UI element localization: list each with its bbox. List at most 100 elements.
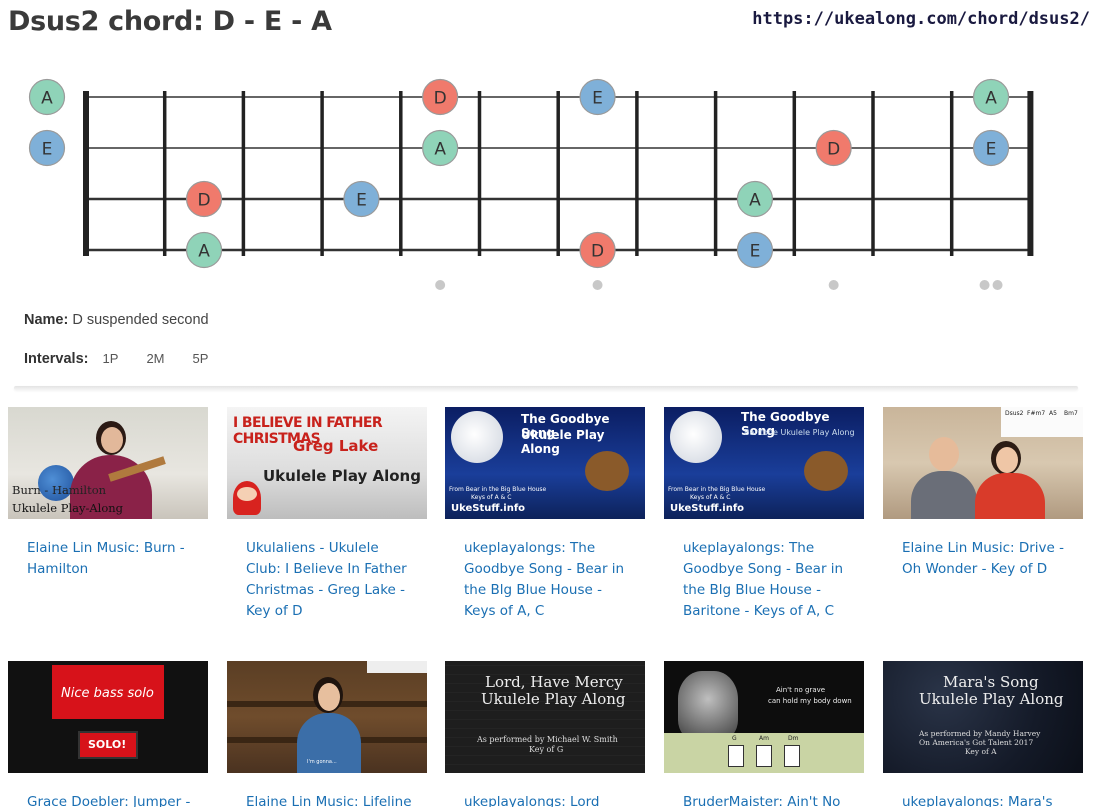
note-label: D <box>827 140 840 160</box>
santa-face <box>237 487 257 501</box>
video-title-link[interactable]: ukeplayalongs: The Goodbye Song - Bear i… <box>683 538 853 622</box>
person-body <box>911 471 977 519</box>
thumb-caption-line1: Lord, Have Mercy <box>485 673 623 691</box>
fret-marker-dot <box>828 280 839 290</box>
moon-icon <box>670 411 722 463</box>
thumb-caption-line4: Keys of A & C <box>471 494 512 501</box>
video-thumbnail[interactable]: Mara's Song Ukulele Play Along As perfor… <box>883 661 1083 773</box>
thumb-chord-3: Dm <box>788 735 799 742</box>
interval-1: 1P <box>102 351 119 366</box>
thumb-caption-line2: can hold my body down <box>768 697 852 705</box>
video-card[interactable]: Nice bass solo SOLO! Grace Doebler: Jump… <box>8 661 208 807</box>
person-face <box>996 447 1018 473</box>
thumb-caption-line1: Burn - Hamilton <box>12 483 107 497</box>
video-thumbnail[interactable]: Lord, Have Mercy Ukulele Play Along As p… <box>445 661 645 773</box>
video-thumbnail[interactable]: I BELIEVE IN FATHER CHRISTMAS Greg Lake … <box>227 407 427 519</box>
thumb-caption-line1: Nice bass solo <box>61 686 154 701</box>
video-card[interactable]: Lord, Have Mercy Ukulele Play Along As p… <box>445 661 645 807</box>
note-label: E <box>986 140 997 160</box>
bear-shape <box>585 451 629 491</box>
note-label: D <box>198 191 211 211</box>
note-label: E <box>592 89 603 109</box>
fret-marker-dot <box>992 280 1003 290</box>
interval-3: 5P <box>192 351 209 366</box>
video-thumbnail[interactable]: I'm gonna... <box>227 661 427 773</box>
man-portrait <box>678 671 738 741</box>
video-card[interactable]: The Goodbye Song Ukulele Play Along From… <box>445 407 645 622</box>
fretboard-diagram: A E D E A A D E D E A A D E <box>28 78 1034 290</box>
thumb-caption-line3: As performed by Mandy Harvey <box>919 729 1041 738</box>
moon-icon <box>451 411 503 463</box>
person-face <box>929 437 959 471</box>
note-label: A <box>198 242 210 262</box>
thumb-caption-line2: Ukulele Play Along <box>521 428 605 456</box>
video-title-link[interactable]: ukeplayalongs: Mara's <box>902 792 1072 807</box>
thumb-caption-line4: Key of G <box>529 745 564 754</box>
chord-box <box>784 745 800 767</box>
video-thumbnail[interactable]: The Goodbye Song Ukulele Play Along From… <box>445 407 645 519</box>
thumb-caption-line3: From Bear in the Big Blue House <box>668 486 766 493</box>
note-label: A <box>41 89 53 109</box>
thumb-caption-line1: Ain't no grave <box>776 686 826 694</box>
name-value: D suspended second <box>72 312 209 328</box>
name-label: Name: <box>24 312 69 328</box>
video-thumbnail[interactable]: Dsus2 F#m7 A5 Bm7 <box>883 407 1083 519</box>
video-thumbnail[interactable]: Nice bass solo SOLO! <box>8 661 208 773</box>
video-card[interactable]: The Goodbye Song Baritone Ukulele Play A… <box>664 407 864 622</box>
video-card[interactable]: Burn - Hamilton Ukulele Play-Along Elain… <box>8 407 208 580</box>
video-card[interactable]: Ain't no grave can hold my body down G A… <box>664 661 864 807</box>
video-title-link[interactable]: Elaine Lin Music: Lifeline <box>246 792 416 807</box>
interval-2: 2M <box>146 351 165 366</box>
bear-shape <box>804 451 848 491</box>
page-url[interactable]: https://ukealong.com/chord/dsus2/ <box>752 9 1090 29</box>
chord-name-row: Name: D suspended second <box>24 312 209 328</box>
fret-marker-dot <box>979 280 990 290</box>
thumb-caption-line5: Key of A <box>965 747 997 756</box>
note-label: D <box>434 89 447 109</box>
thumb-caption-line3: As performed by Michael W. Smith <box>477 735 618 744</box>
note-label: A <box>749 191 761 211</box>
video-title-link[interactable]: Elaine Lin Music: Burn - Hamilton <box>27 538 197 580</box>
note-label: D <box>591 242 604 262</box>
intervals-label: Intervals: <box>24 351 89 367</box>
thumb-chord-1: Dsus2 <box>1005 410 1024 417</box>
section-divider <box>14 386 1078 390</box>
fret-marker-dot <box>435 280 446 290</box>
video-card[interactable]: Dsus2 F#m7 A5 Bm7 Elaine Lin Music: Driv… <box>883 407 1083 580</box>
video-title-link[interactable]: Ukulaliens - Ukulele Club: I Believe In … <box>246 538 416 622</box>
note-label: A <box>985 89 997 109</box>
note-label: A <box>434 140 446 160</box>
thumb-chord-2: F#m7 <box>1027 410 1046 417</box>
video-card[interactable]: Mara's Song Ukulele Play Along As perfor… <box>883 661 1083 807</box>
video-title-link[interactable]: ukeplayalongs: The Goodbye Song - Bear i… <box>464 538 634 622</box>
thumb-caption-line3: From Bear in the Big Blue House <box>449 486 547 493</box>
video-title-link[interactable]: BruderMaister: Ain't No <box>683 792 853 807</box>
thumb-caption-line2: Ukulele Play-Along <box>12 501 124 515</box>
note-label: E <box>42 140 53 160</box>
fret-marker-dot <box>592 280 603 290</box>
thumb-caption-line2: Baritone Ukulele Play Along <box>744 428 855 437</box>
thumb-caption-line2: Ukulele Play Along <box>919 690 1064 708</box>
thumb-caption-line5: UkeStuff.info <box>670 503 745 514</box>
thumb-chord-2: Am <box>759 735 769 742</box>
video-title-link[interactable]: Elaine Lin Music: Drive - Oh Wonder - Ke… <box>902 538 1072 580</box>
video-thumbnail[interactable]: The Goodbye Song Baritone Ukulele Play A… <box>664 407 864 519</box>
note-label: E <box>750 242 761 262</box>
video-card[interactable]: I'm gonna... Elaine Lin Music: Lifeline <box>227 661 427 807</box>
thumb-caption-line4: On America's Got Talent 2017 <box>919 738 1034 747</box>
thumb-caption-line4: Keys of A & C <box>690 494 731 501</box>
thumb-caption-line2: Ukulele Play Along <box>481 690 626 708</box>
chord-box <box>728 745 744 767</box>
video-thumbnail[interactable]: Burn - Hamilton Ukulele Play-Along <box>8 407 208 519</box>
video-title-link[interactable]: ukeplayalongs: Lord <box>464 792 634 807</box>
thumb-caption-line2: Greg Lake <box>293 437 379 455</box>
thumb-caption-line1: Mara's Song <box>943 673 1039 691</box>
video-title-link[interactable]: Grace Doebler: Jumper - <box>27 792 197 807</box>
note-label: E <box>356 191 367 211</box>
thumb-caption-line2: SOLO! <box>88 738 127 751</box>
chord-box <box>756 745 772 767</box>
person-body <box>975 473 1045 519</box>
page-title: Dsus2 chord: D - E - A <box>8 6 332 37</box>
video-thumbnail[interactable]: Ain't no grave can hold my body down G A… <box>664 661 864 773</box>
video-card[interactable]: I BELIEVE IN FATHER CHRISTMAS Greg Lake … <box>227 407 427 622</box>
